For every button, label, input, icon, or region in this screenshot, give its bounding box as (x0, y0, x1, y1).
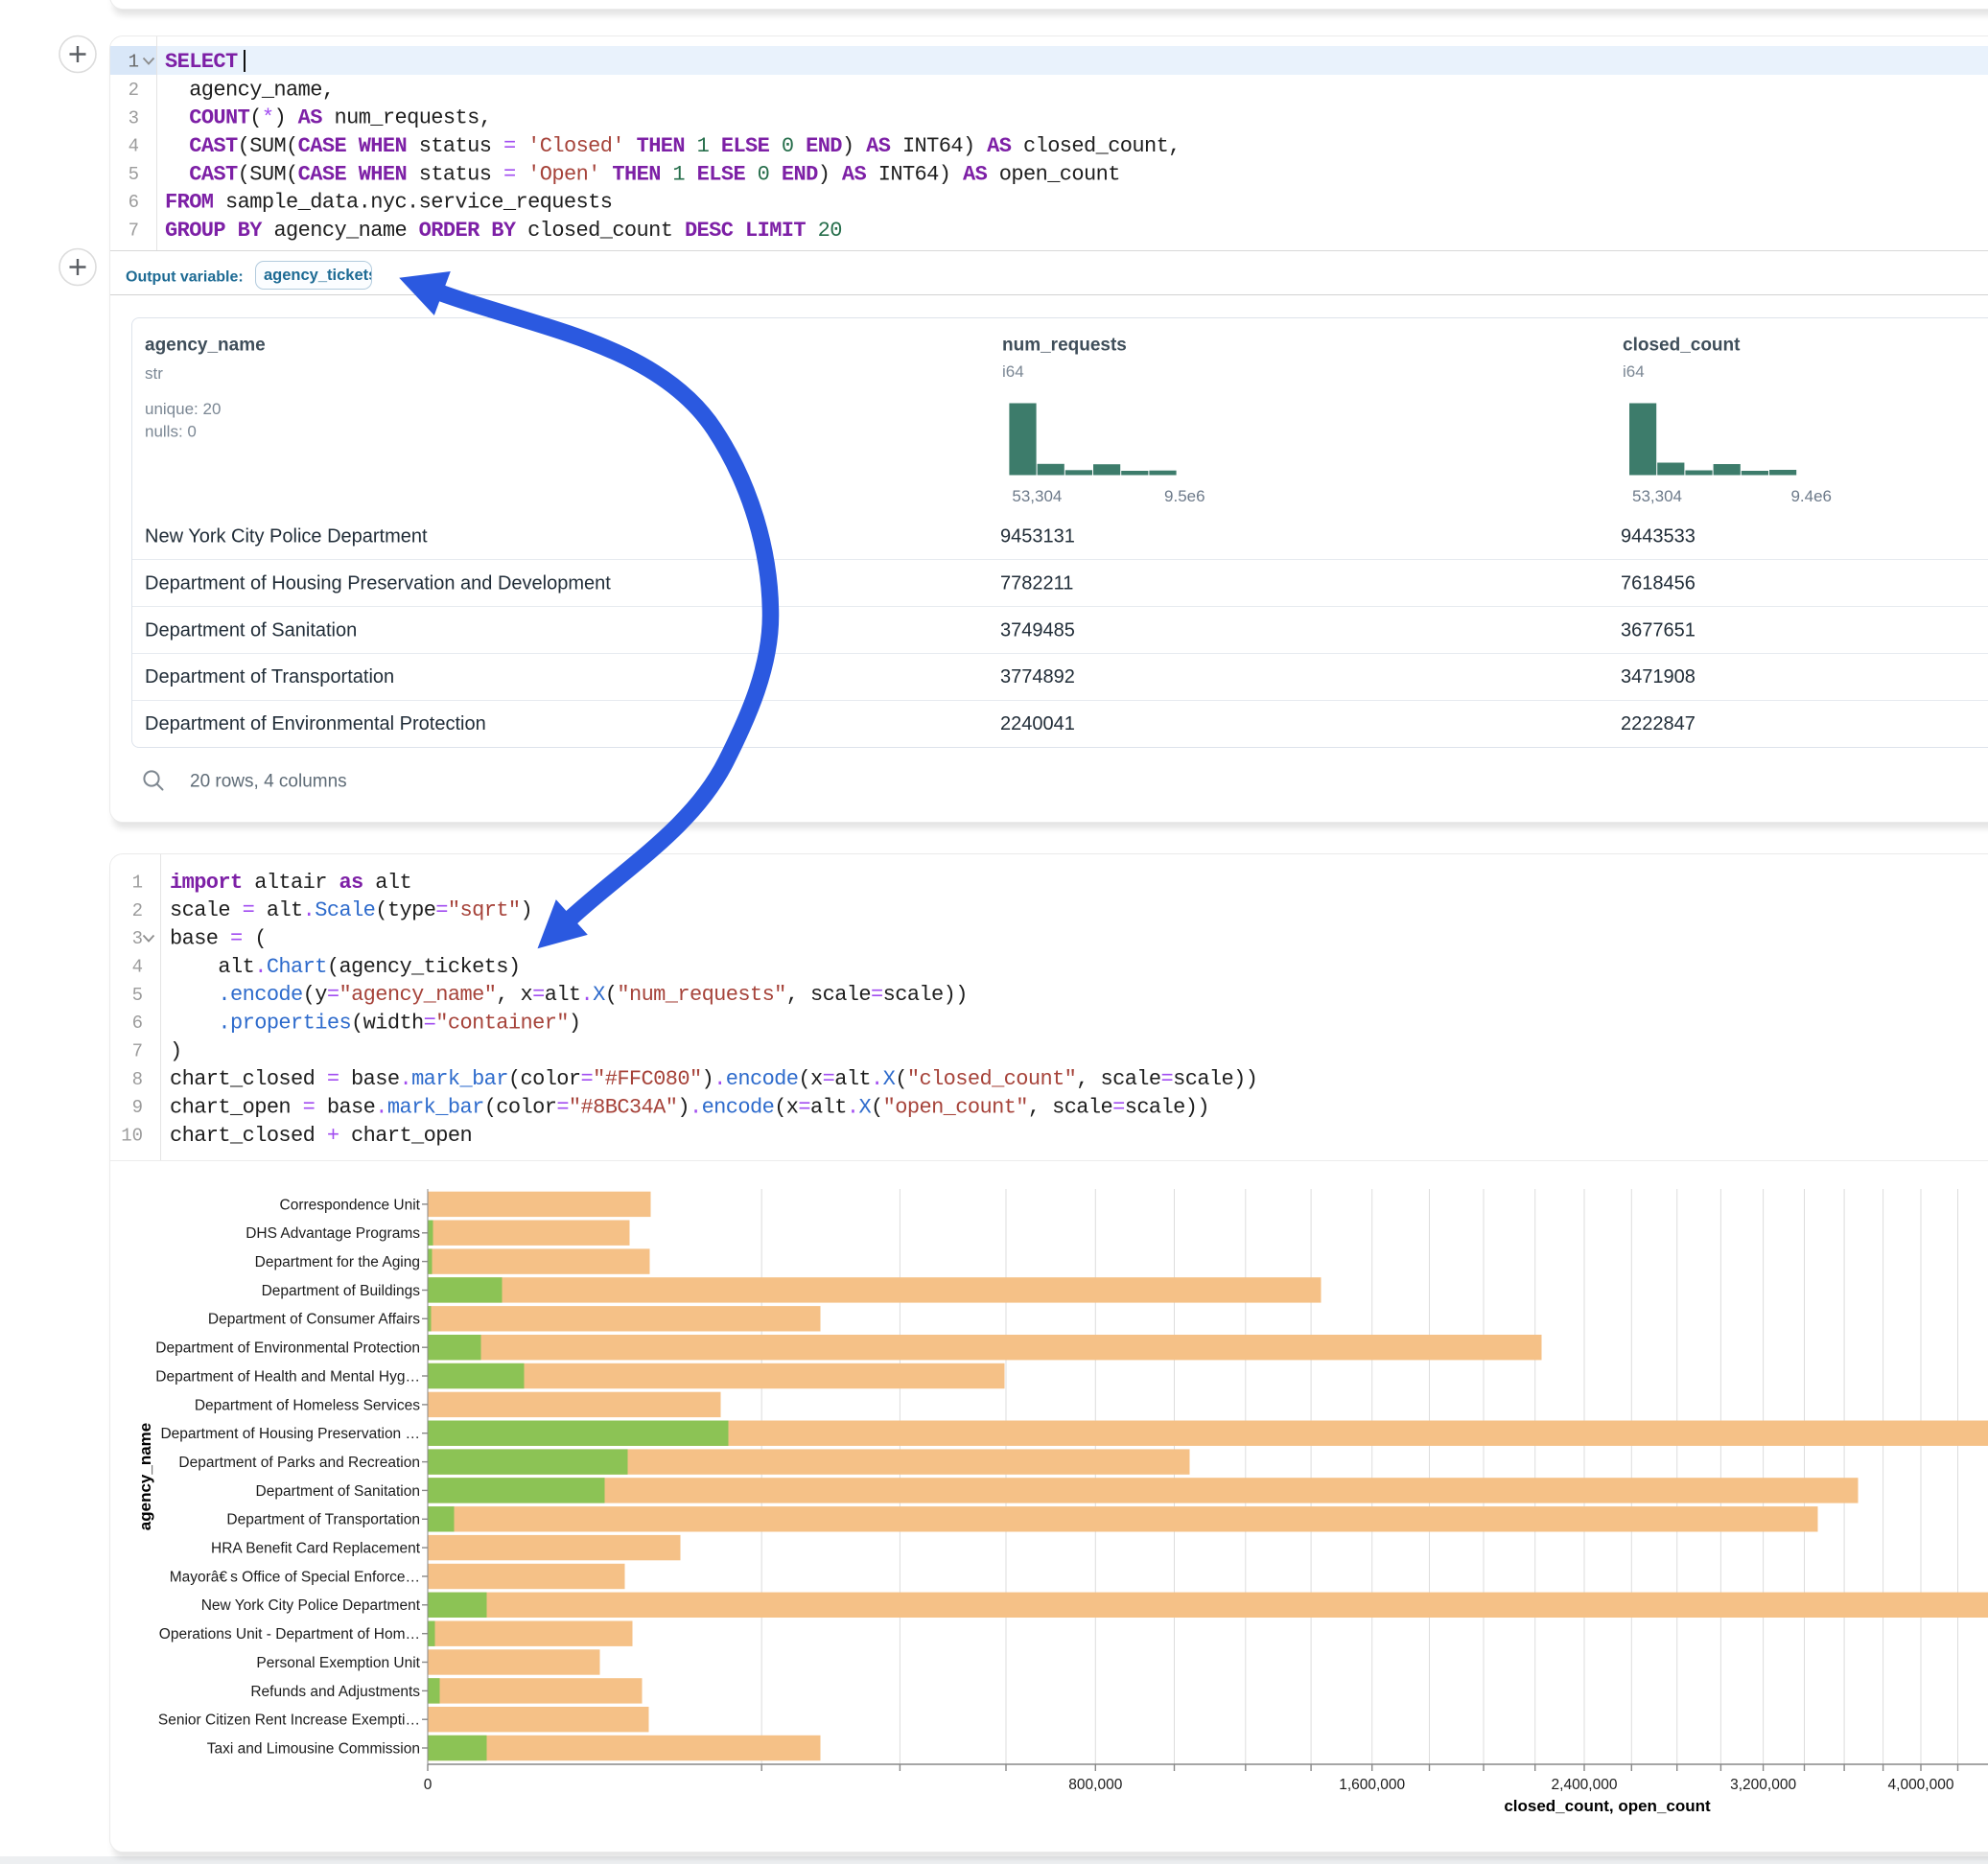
svg-text:8: 8 (132, 1069, 143, 1090)
svg-text:): ) (170, 1039, 182, 1063)
svg-text:2: 2 (129, 80, 139, 101)
svg-text:4: 4 (132, 956, 143, 977)
svg-text:chart_closed + chart_open: chart_closed + chart_open (170, 1124, 472, 1148)
svg-text:closed_count, open_count: closed_count, open_count (1504, 1797, 1711, 1815)
svg-text:agency_name: agency_name (136, 1423, 154, 1530)
svg-text:Output variable:: Output variable: (126, 269, 244, 286)
svg-text:Department for the Aging: Department for the Aging (255, 1254, 420, 1270)
svg-text:9443533: 9443533 (1621, 526, 1696, 548)
svg-text:alt.Chart(agency_tickets): alt.Chart(agency_tickets) (170, 955, 520, 979)
svg-text:SELECT: SELECT (165, 50, 249, 74)
svg-text:7: 7 (132, 1041, 143, 1062)
svg-text:unique: 20: unique: 20 (145, 400, 221, 418)
svg-text:CAST(SUM(CASE WHEN status = 'O: CAST(SUM(CASE WHEN status = 'Open' THEN … (165, 162, 1120, 186)
svg-text:Department of Buildings: Department of Buildings (262, 1283, 421, 1299)
svg-text:Department of Housing Preserva: Department of Housing Preservation … (160, 1426, 420, 1442)
svg-text:1: 1 (132, 872, 143, 893)
svg-text:Correspondence Unit: Correspondence Unit (280, 1197, 421, 1213)
svg-text:9.4e6: 9.4e6 (1790, 487, 1832, 505)
svg-text:5: 5 (132, 985, 143, 1006)
svg-text:.properties(width="container"): .properties(width="container") (170, 1012, 581, 1036)
svg-text:53,304: 53,304 (1632, 487, 1682, 505)
svg-text:Department of Homeless Service: Department of Homeless Services (195, 1397, 420, 1413)
svg-text:6: 6 (132, 1013, 143, 1034)
svg-text:CAST(SUM(CASE WHEN status = 'C: CAST(SUM(CASE WHEN status = 'Closed' THE… (165, 134, 1181, 158)
svg-text:Mayorâ€ s Office of Special En: Mayorâ€ s Office of Special Enforce… (170, 1569, 420, 1585)
svg-text:5: 5 (129, 164, 139, 185)
svg-text:Operations Unit - Department o: Operations Unit - Department of Hom… (159, 1626, 420, 1643)
svg-text:Refunds and Adjustments: Refunds and Adjustments (250, 1684, 420, 1700)
svg-text:9: 9 (132, 1097, 143, 1118)
svg-text:2,400,000: 2,400,000 (1552, 1777, 1618, 1793)
svg-text:FROM sample_data.nyc.service_r: FROM sample_data.nyc.service_requests (165, 191, 612, 215)
svg-text:3774892: 3774892 (1000, 666, 1075, 687)
svg-text:Taxi and Limousine Commission: Taxi and Limousine Commission (207, 1741, 420, 1758)
svg-text:str: str (145, 364, 163, 383)
svg-text:2: 2 (132, 900, 143, 921)
svg-text:base = (: base = ( (170, 927, 267, 951)
svg-text:1: 1 (129, 52, 139, 73)
svg-text:7782211: 7782211 (1000, 572, 1073, 594)
svg-text:Department of Transportation: Department of Transportation (226, 1512, 420, 1528)
svg-text:2222847: 2222847 (1621, 713, 1696, 734)
svg-text:9453131: 9453131 (1000, 526, 1075, 548)
svg-text:HRA Benefit Card Replacement: HRA Benefit Card Replacement (211, 1541, 421, 1557)
svg-text:6: 6 (129, 192, 139, 213)
svg-text:import altair as alt: import altair as alt (170, 871, 411, 895)
svg-text:agency_name,: agency_name, (165, 78, 334, 102)
svg-text:2240041: 2240041 (1000, 713, 1075, 734)
svg-text:800,000: 800,000 (1068, 1777, 1122, 1793)
svg-text:7618456: 7618456 (1621, 572, 1696, 594)
svg-text:Department of Sanitation: Department of Sanitation (256, 1483, 420, 1500)
svg-text:Department of Environmental Pr: Department of Environmental Protection (155, 1340, 420, 1357)
svg-text:4: 4 (129, 136, 139, 157)
svg-text:Department of Environmental Pr: Department of Environmental Protection (145, 713, 486, 734)
svg-text:Department of Sanitation: Department of Sanitation (145, 619, 357, 641)
svg-text:3471908: 3471908 (1621, 666, 1696, 687)
svg-text:9.5e6: 9.5e6 (1164, 487, 1205, 505)
svg-text:New York City Police Departmen: New York City Police Department (145, 526, 428, 548)
svg-text:Senior Citizen Rent Increase E: Senior Citizen Rent Increase Exempti… (158, 1713, 420, 1729)
svg-text:4,000,000: 4,000,000 (1888, 1777, 1954, 1793)
svg-text:New York City Police Departmen: New York City Police Department (201, 1597, 421, 1614)
svg-text:nulls: 0: nulls: 0 (145, 423, 197, 441)
svg-text:scale = alt.Scale(type="sqrt"): scale = alt.Scale(type="sqrt") (170, 898, 532, 922)
svg-text:10: 10 (121, 1126, 143, 1147)
svg-text:Department of Housing Preserva: Department of Housing Preservation and D… (145, 572, 611, 594)
svg-text:3: 3 (129, 107, 139, 128)
svg-text:3749485: 3749485 (1000, 619, 1075, 641)
svg-text:agency_name: agency_name (145, 336, 266, 356)
svg-text:Department of Parks and Recrea: Department of Parks and Recreation (178, 1455, 420, 1471)
svg-text:Department of Consumer Affairs: Department of Consumer Affairs (208, 1312, 420, 1328)
svg-text:1,600,000: 1,600,000 (1339, 1777, 1405, 1793)
svg-text:Department of Transportation: Department of Transportation (145, 666, 394, 687)
svg-text:3: 3 (132, 928, 143, 949)
svg-text:COUNT(*) AS num_requests,: COUNT(*) AS num_requests, (165, 106, 491, 130)
svg-text:GROUP BY agency_name ORDER BY: GROUP BY agency_name ORDER BY closed_cou… (165, 219, 842, 243)
svg-text:Personal Exemption Unit: Personal Exemption Unit (256, 1655, 420, 1671)
svg-text:7: 7 (129, 221, 139, 242)
svg-text:3,200,000: 3,200,000 (1730, 1777, 1796, 1793)
svg-text:closed_count: closed_count (1623, 336, 1741, 356)
svg-text:chart_open = base.mark_bar(col: chart_open = base.mark_bar(color="#8BC34… (170, 1096, 1209, 1120)
svg-text:0: 0 (424, 1777, 433, 1793)
svg-text:Department of Health and Menta: Department of Health and Mental Hyg… (155, 1368, 420, 1385)
svg-text:DHS Advantage Programs: DHS Advantage Programs (246, 1225, 420, 1242)
svg-text:3677651: 3677651 (1621, 619, 1696, 641)
svg-text:53,304: 53,304 (1012, 487, 1062, 505)
svg-text:i64: i64 (1623, 362, 1645, 381)
svg-text:i64: i64 (1002, 362, 1024, 381)
svg-text:chart_closed = base.mark_bar(c: chart_closed = base.mark_bar(color="#FFC… (170, 1067, 1257, 1091)
svg-text:20 rows, 4 columns: 20 rows, 4 columns (190, 772, 347, 792)
svg-text:num_requests: num_requests (1002, 336, 1127, 356)
svg-text:.encode(y="agency_name", x=alt: .encode(y="agency_name", x=alt.X("num_re… (170, 983, 968, 1007)
